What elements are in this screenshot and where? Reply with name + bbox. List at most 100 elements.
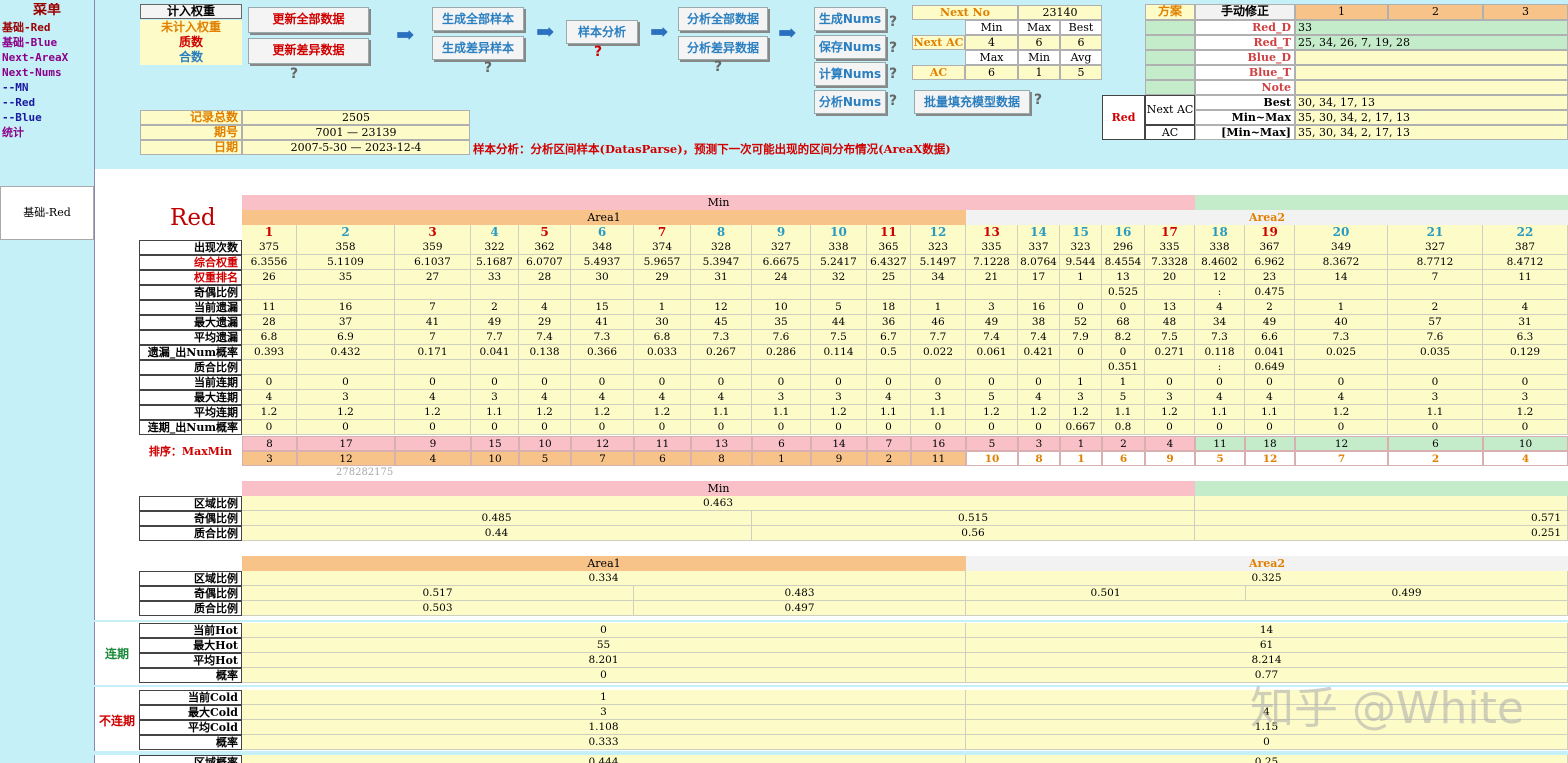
grid-cell: 0.44: [242, 526, 752, 541]
grid-row: 0.517 0.483 0.501 0.499: [242, 586, 1568, 601]
grid-cell: 0: [966, 735, 1568, 750]
menu-item-6[interactable]: --Blue: [2, 110, 42, 125]
arrow-right-icon: ➡: [778, 20, 797, 46]
help-icon[interactable]: ?: [594, 44, 602, 60]
plan-row-value[interactable]: [1295, 65, 1568, 80]
menu-item-4[interactable]: --MN: [2, 80, 29, 95]
grid-cell: 0: [519, 420, 571, 435]
grid-cell: 17: [1018, 270, 1060, 285]
help-icon[interactable]: ?: [714, 59, 722, 75]
sort-cell: 4: [1483, 451, 1568, 466]
menu-item-5[interactable]: --Red: [2, 95, 35, 110]
next-ac-min[interactable]: 4: [965, 35, 1018, 50]
grid-cell: [1145, 285, 1195, 300]
next-ac-max[interactable]: 6: [1018, 35, 1060, 50]
help-icon[interactable]: ?: [889, 66, 897, 82]
row-label: 平均Cold: [139, 720, 242, 735]
grid-cell: 4: [519, 390, 571, 405]
plan-row-value[interactable]: 25, 34, 26, 7, 19, 28: [1295, 35, 1568, 50]
grid-cell: 1: [1295, 300, 1388, 315]
grid-cell: 327: [1388, 240, 1483, 255]
composite-label: 合数: [140, 50, 242, 65]
grid-cell: 5.9657: [634, 255, 691, 270]
grid-cell: [1145, 360, 1195, 375]
help-icon[interactable]: ?: [889, 93, 897, 109]
next-no-value[interactable]: 23140: [1018, 5, 1102, 20]
plan-col-3[interactable]: 3: [1483, 4, 1568, 20]
grid-cell: 375: [242, 240, 297, 255]
grid-cell: 0: [242, 375, 297, 390]
grid-cell: 0: [1245, 375, 1295, 390]
number-header-6: 6: [571, 225, 634, 240]
analyze-nums-button[interactable]: 分析Nums: [814, 90, 886, 114]
sort-cell: 9: [395, 436, 471, 451]
grid-cell: 28: [242, 315, 297, 330]
analyze-diff-data-button[interactable]: 分析差异数据: [678, 36, 768, 60]
grid-cell: 0: [242, 623, 966, 638]
plan-row-label: Red_T: [1195, 35, 1295, 50]
help-icon[interactable]: ?: [484, 60, 492, 76]
generate-diff-samples-button[interactable]: 生成差异样本: [432, 36, 524, 60]
bulianqi-section-label: 不连期: [98, 714, 135, 728]
row-label: 当前连期: [139, 375, 242, 390]
grid-cell: 335: [966, 240, 1018, 255]
menu-item-1[interactable]: 基础-Blue: [2, 35, 57, 50]
grid-cell: 1.2: [634, 405, 691, 420]
grid-cell: 15: [571, 300, 634, 315]
generate-all-samples-button[interactable]: 生成全部样本: [432, 7, 524, 31]
plan-row-label: Red_D: [1195, 20, 1295, 35]
block2-header-right: [1195, 481, 1568, 496]
batch-fill-model-button[interactable]: 批量填充模型数据: [914, 90, 1030, 114]
grid-cell: 348: [571, 240, 634, 255]
plan-row-value[interactable]: [1295, 80, 1568, 95]
ac-min: 1: [1018, 65, 1060, 80]
analyze-all-data-button[interactable]: 分析全部数据: [678, 7, 768, 31]
number-header-9: 9: [752, 225, 811, 240]
next-ac-label: Next AC: [912, 35, 965, 50]
grid-cell: 0.041: [1245, 345, 1295, 360]
grid-cell: 0.485: [242, 511, 752, 526]
grid-cell: 0.334: [242, 571, 966, 586]
ac-max: 6: [965, 65, 1018, 80]
plan-row-value[interactable]: 33: [1295, 20, 1568, 35]
update-diff-data-button[interactable]: 更新差异数据: [248, 38, 369, 64]
grid-cell: :: [1195, 285, 1245, 300]
menu-item-0[interactable]: 基础-Red: [2, 20, 51, 35]
row-label: 区域概率: [139, 755, 242, 763]
save-nums-button[interactable]: 保存Nums: [814, 35, 886, 59]
grid-cell: 0: [1018, 420, 1060, 435]
help-icon[interactable]: ?: [889, 40, 897, 56]
help-icon[interactable]: ?: [1034, 92, 1042, 108]
minmax-bracket-row-value: 35, 30, 34, 2, 17, 13: [1295, 125, 1568, 140]
plan-col-2[interactable]: 2: [1388, 4, 1483, 20]
grid-cell: 323: [911, 240, 966, 255]
grid-row: 0.393 0.432 0.171 0.041 0.138 0.366 0.033 0.267…: [242, 345, 1568, 360]
number-header-18: 18: [1195, 225, 1245, 240]
menu-item-7[interactable]: 统计: [2, 125, 24, 140]
grid-cell: 49: [1245, 315, 1295, 330]
sample-analysis-button[interactable]: 样本分析: [566, 20, 638, 44]
grid-cell: 0.432: [297, 345, 395, 360]
plan-row-value[interactable]: [1295, 50, 1568, 65]
area2-header: Area2: [966, 210, 1568, 225]
grid-cell: 5.1109: [297, 255, 395, 270]
grid-cell: 1.1: [691, 405, 752, 420]
next-ac-best[interactable]: 6: [1060, 35, 1102, 50]
grid-cell: 0: [1060, 300, 1102, 315]
help-icon[interactable]: ?: [889, 14, 897, 30]
number-header-17: 17: [1145, 225, 1195, 240]
menu-item-3[interactable]: Next-Nums: [2, 65, 62, 80]
help-icon[interactable]: ?: [290, 66, 298, 82]
grid-row: 0.485 0.515 0.571: [242, 511, 1568, 526]
update-all-data-button[interactable]: 更新全部数据: [248, 7, 369, 33]
grid-cell: [966, 601, 1568, 616]
sort-cell: 4: [395, 451, 471, 466]
number-header-12: 12: [911, 225, 966, 240]
grid-cell: 338: [811, 240, 867, 255]
grid-cell: 33: [471, 270, 519, 285]
calculate-nums-button[interactable]: 计算Nums: [814, 62, 886, 86]
plan-col-1[interactable]: 1: [1295, 4, 1388, 20]
grid-cell: 45: [691, 315, 752, 330]
generate-nums-button[interactable]: 生成Nums: [814, 7, 886, 31]
menu-item-2[interactable]: Next-AreaX: [2, 50, 68, 65]
